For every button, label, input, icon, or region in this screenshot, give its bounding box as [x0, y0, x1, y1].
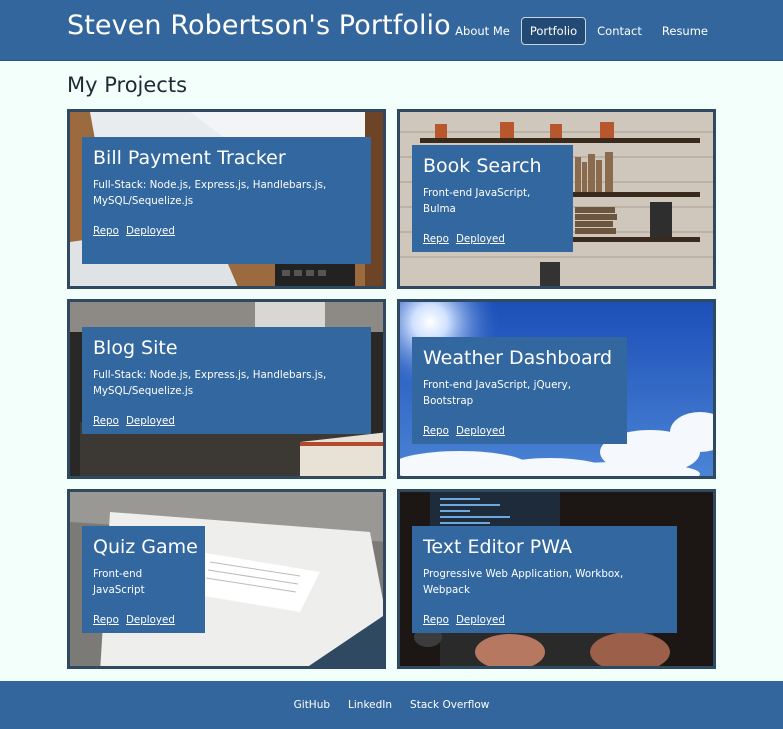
- repo-link[interactable]: Repo: [93, 415, 119, 427]
- project-tech: Full-Stack: Node.js, Express.js, Handleb…: [93, 179, 327, 207]
- project-links: Repo Deployed: [93, 608, 194, 627]
- repo-link[interactable]: Repo: [93, 225, 119, 237]
- project-title: Bill Payment Tracker: [93, 147, 286, 169]
- projects-heading: My Projects: [67, 73, 188, 97]
- repo-link[interactable]: Repo: [423, 233, 449, 245]
- project-tech: Progressive Web Application, Workbox, We…: [423, 568, 624, 596]
- project-card-weather-dashboard: Weather Dashboard Front-end JavaScript, …: [397, 299, 716, 479]
- project-info-panel: Quiz Game Front-end JavaScript Repo Depl…: [82, 526, 205, 633]
- deployed-link[interactable]: Deployed: [126, 614, 175, 626]
- site-header: Steven Robertson's Portfolio About Me Po…: [0, 0, 783, 61]
- project-title: Quiz Game: [93, 536, 198, 558]
- nav-about-me[interactable]: About Me: [446, 17, 519, 45]
- project-card-book-search: Book Search Front-end JavaScript, Bulma …: [397, 109, 716, 289]
- nav-portfolio[interactable]: Portfolio: [520, 17, 587, 45]
- project-info-panel: Book Search Front-end JavaScript, Bulma …: [412, 145, 573, 252]
- deployed-link[interactable]: Deployed: [456, 425, 505, 437]
- project-info-panel: Blog Site Full-Stack: Node.js, Express.j…: [82, 327, 371, 434]
- project-tech: Front-end JavaScript: [93, 568, 145, 596]
- project-info-panel: Weather Dashboard Front-end JavaScript, …: [412, 337, 627, 444]
- deployed-link[interactable]: Deployed: [456, 233, 505, 245]
- repo-link[interactable]: Repo: [93, 614, 119, 626]
- site-title: Steven Robertson's Portfolio: [67, 10, 451, 41]
- project-tech: Full-Stack: Node.js, Express.js, Handleb…: [93, 369, 327, 397]
- repo-link[interactable]: Repo: [423, 614, 449, 626]
- project-links: Repo Deployed: [423, 227, 562, 246]
- nav-contact[interactable]: Contact: [588, 17, 651, 45]
- project-card-blog-site: Blog Site Full-Stack: Node.js, Express.j…: [67, 299, 386, 479]
- project-card-quiz-game: Quiz Game Front-end JavaScript Repo Depl…: [67, 489, 386, 669]
- project-title: Book Search: [423, 155, 542, 177]
- footer-stackoverflow-link[interactable]: Stack Overflow: [410, 699, 489, 711]
- project-title: Weather Dashboard: [423, 347, 613, 369]
- project-card-bill-payment-tracker: Bill Payment Tracker Full-Stack: Node.js…: [67, 109, 386, 289]
- deployed-link[interactable]: Deployed: [126, 415, 175, 427]
- project-links: Repo Deployed: [423, 419, 616, 438]
- project-title: Blog Site: [93, 337, 178, 359]
- project-links: Repo Deployed: [93, 219, 360, 238]
- project-tech: Front-end JavaScript, jQuery, Bootstrap: [423, 379, 572, 407]
- nav-resume[interactable]: Resume: [653, 17, 717, 45]
- project-links: Repo Deployed: [93, 409, 360, 428]
- deployed-link[interactable]: Deployed: [126, 225, 175, 237]
- footer-github-link[interactable]: GitHub: [294, 699, 330, 711]
- project-links: Repo Deployed: [423, 608, 666, 627]
- site-footer: GitHub LinkedIn Stack Overflow: [0, 681, 783, 729]
- project-info-panel: Bill Payment Tracker Full-Stack: Node.js…: [82, 137, 371, 264]
- project-tech: Front-end JavaScript, Bulma: [423, 187, 531, 215]
- repo-link[interactable]: Repo: [423, 425, 449, 437]
- footer-linkedin-link[interactable]: LinkedIn: [348, 699, 392, 711]
- project-card-text-editor-pwa: Text Editor PWA Progressive Web Applicat…: [397, 489, 716, 669]
- project-title: Text Editor PWA: [423, 536, 572, 558]
- main-nav: About Me Portfolio Contact Resume: [444, 17, 717, 45]
- deployed-link[interactable]: Deployed: [456, 614, 505, 626]
- project-info-panel: Text Editor PWA Progressive Web Applicat…: [412, 526, 677, 633]
